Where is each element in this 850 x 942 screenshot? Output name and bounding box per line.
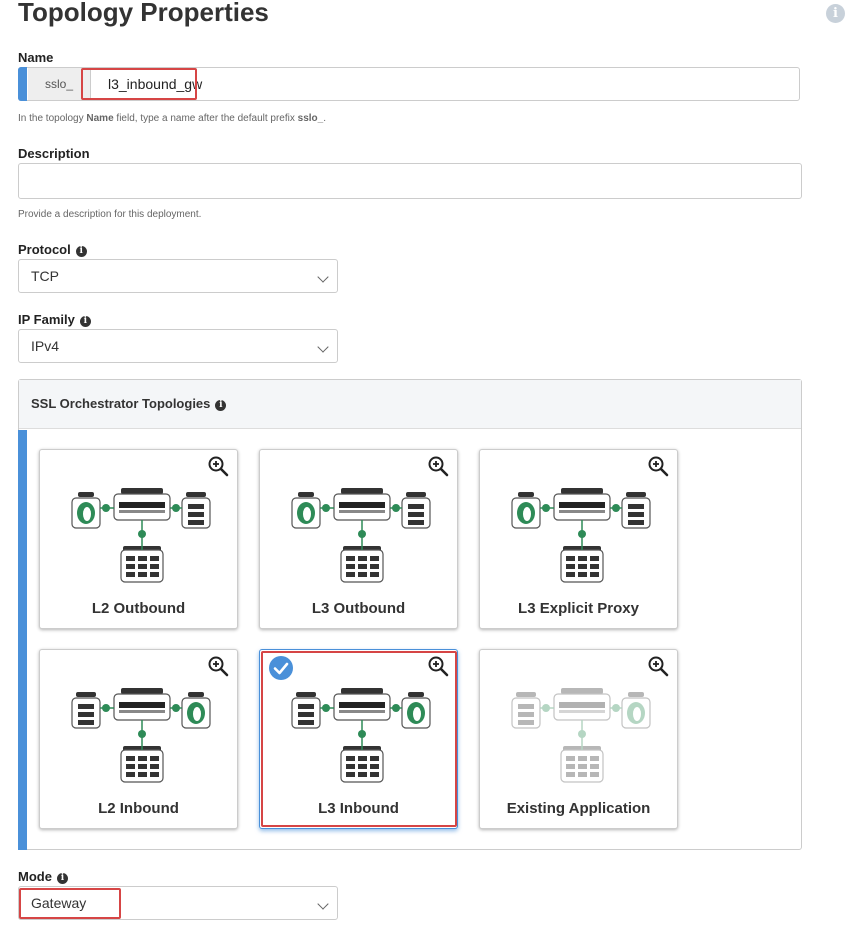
zoom-in-icon[interactable] (207, 655, 229, 677)
chevron-down-icon (317, 341, 329, 353)
zoom-in-icon[interactable] (207, 455, 229, 477)
topologies-header: SSL Orchestrator Topologies i (19, 380, 801, 429)
topology-card-label: L2 Inbound (98, 800, 179, 817)
chevron-down-icon (317, 271, 329, 283)
topology-card-l3-explicit-proxy[interactable]: L3 Explicit Proxy (479, 449, 678, 629)
topology-card-label: L2 Outbound (91, 600, 186, 617)
checkmark-icon (269, 656, 293, 680)
topology-diagram (71, 488, 211, 583)
ip-family-label: IP Family i (18, 312, 91, 327)
info-circle-icon[interactable]: i (826, 4, 845, 23)
zoom-in-icon[interactable] (427, 455, 449, 477)
chevron-down-icon (317, 898, 329, 910)
topology-card-l3-outbound[interactable]: L3 Outbound (259, 449, 458, 629)
topology-diagram (291, 688, 431, 783)
topologies-info-icon[interactable]: i (215, 400, 227, 411)
topology-card-label: Existing Application (506, 800, 651, 817)
panel-accent-bar (18, 430, 27, 850)
mode-info-icon[interactable]: i (56, 873, 68, 884)
required-indicator (18, 67, 27, 101)
ip-family-select[interactable]: IPv4 (18, 329, 338, 363)
description-input[interactable] (18, 163, 802, 199)
name-field: sslo_ (18, 67, 800, 101)
zoom-in-icon[interactable] (427, 655, 449, 677)
protocol-select[interactable]: TCP (18, 259, 338, 293)
ip-family-info-icon[interactable]: i (79, 316, 91, 327)
topology-card-l3-inbound[interactable]: L3 Inbound (259, 649, 458, 829)
name-hint: In the topology Name field, type a name … (18, 113, 326, 124)
topology-card-l2-outbound[interactable]: L2 Outbound (39, 449, 238, 629)
topology-card-l2-inbound[interactable]: L2 Inbound (39, 649, 238, 829)
topology-diagram (291, 488, 431, 583)
name-label: Name (18, 50, 54, 65)
topology-card-label: L3 Inbound (318, 800, 399, 817)
name-prefix: sslo_ (28, 68, 91, 100)
topology-diagram (511, 488, 651, 583)
topology-diagram (71, 688, 211, 783)
mode-select[interactable]: Gateway (18, 886, 338, 920)
description-label: Description (18, 146, 90, 161)
page-title: Topology Properties (18, 0, 269, 27)
protocol-info-icon[interactable]: i (75, 246, 87, 257)
topology-card-label: L3 Explicit Proxy (518, 600, 639, 617)
topology-card-existing-application[interactable]: Existing Application (479, 649, 678, 829)
topology-diagram (511, 688, 651, 783)
mode-label: Mode i (18, 869, 68, 884)
protocol-label: Protocol i (18, 242, 87, 257)
zoom-in-icon[interactable] (647, 655, 669, 677)
description-hint: Provide a description for this deploymen… (18, 209, 202, 220)
topology-card-label: L3 Outbound (311, 600, 406, 617)
zoom-in-icon[interactable] (647, 455, 669, 477)
name-input[interactable] (100, 68, 700, 100)
